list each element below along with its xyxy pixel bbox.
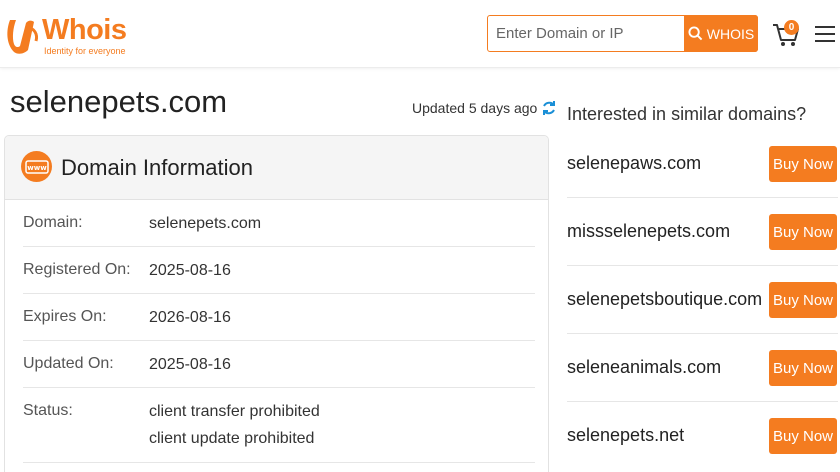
hamburger-menu-icon[interactable] — [815, 26, 835, 42]
similar-domain-name: selenepets.net — [567, 425, 685, 445]
whois-search-button[interactable]: WHOIS — [684, 15, 758, 52]
logo-mark-icon — [7, 20, 38, 54]
card-title: Domain Information — [61, 155, 253, 180]
refresh-icon[interactable] — [541, 100, 557, 116]
info-value: 2026-08-16 — [149, 309, 231, 326]
info-row-expires-on: Expires On: 2026-08-16 — [23, 294, 535, 341]
logo-tagline: Identity for everyone — [44, 46, 126, 56]
info-row-status: Status: client transfer prohibited clien… — [23, 388, 535, 463]
buy-now-button[interactable]: Buy Now — [769, 214, 837, 250]
whois-search-label: WHOIS — [706, 25, 755, 42]
info-label: Expires On: — [23, 308, 107, 325]
similar-domain-item: missselenepets.com Buy Now — [567, 198, 838, 266]
similar-domain-item: selenepetsboutique.com Buy Now — [567, 266, 838, 334]
search-form: WHOIS — [487, 15, 758, 52]
similar-domain-item: seleneanimals.com Buy Now — [567, 334, 838, 402]
similar-domains-title: Interested in similar domains? — [567, 104, 807, 124]
card-header: www Domain Information — [5, 136, 548, 200]
updated-status: Updated 5 days ago — [412, 100, 557, 116]
search-icon — [688, 26, 703, 41]
buy-now-button[interactable]: Buy Now — [769, 418, 837, 454]
whois-logo[interactable]: Whois Identity for everyone — [4, 10, 127, 58]
page-title: selenepets.com — [10, 84, 228, 119]
similar-domain-name: seleneanimals.com — [567, 357, 722, 377]
info-label: Status: — [23, 402, 73, 419]
search-input[interactable] — [488, 16, 684, 51]
cart-count-badge: 0 — [784, 20, 799, 35]
svg-text:www: www — [27, 164, 47, 172]
similar-domain-name: selenepetsboutique.com — [567, 289, 763, 309]
similar-domain-item: selenepets.net Buy Now — [567, 402, 838, 472]
www-icon: www — [21, 151, 52, 182]
logo-text: Whois — [42, 14, 127, 46]
status-value: client transfer prohibited — [149, 403, 320, 420]
buy-now-button[interactable]: Buy Now — [769, 282, 837, 318]
info-row-domain: Domain: selenepets.com — [23, 200, 535, 247]
similar-domain-item: selenepaws.com Buy Now — [567, 130, 838, 198]
info-row-registered-on: Registered On: 2025-08-16 — [23, 247, 535, 294]
domain-information-card: www Domain Information Domain: selenepet… — [4, 135, 549, 472]
info-value: 2025-08-16 — [149, 262, 231, 279]
info-value: 2025-08-16 — [149, 356, 231, 373]
similar-domain-name: selenepaws.com — [567, 153, 702, 173]
info-row-updated-on: Updated On: 2025-08-16 — [23, 341, 535, 388]
buy-now-button[interactable]: Buy Now — [769, 350, 837, 386]
updated-text: Updated 5 days ago — [412, 100, 538, 116]
info-label: Domain: — [23, 214, 83, 231]
similar-domain-name: missselenepets.com — [567, 221, 731, 241]
info-label: Registered On: — [23, 261, 131, 278]
site-header: Whois Identity for everyone WHOIS 0 — [0, 0, 840, 68]
info-value: selenepets.com — [149, 215, 262, 232]
info-label: Updated On: — [23, 355, 114, 372]
status-value: client update prohibited — [149, 430, 315, 447]
buy-now-button[interactable]: Buy Now — [769, 146, 837, 182]
